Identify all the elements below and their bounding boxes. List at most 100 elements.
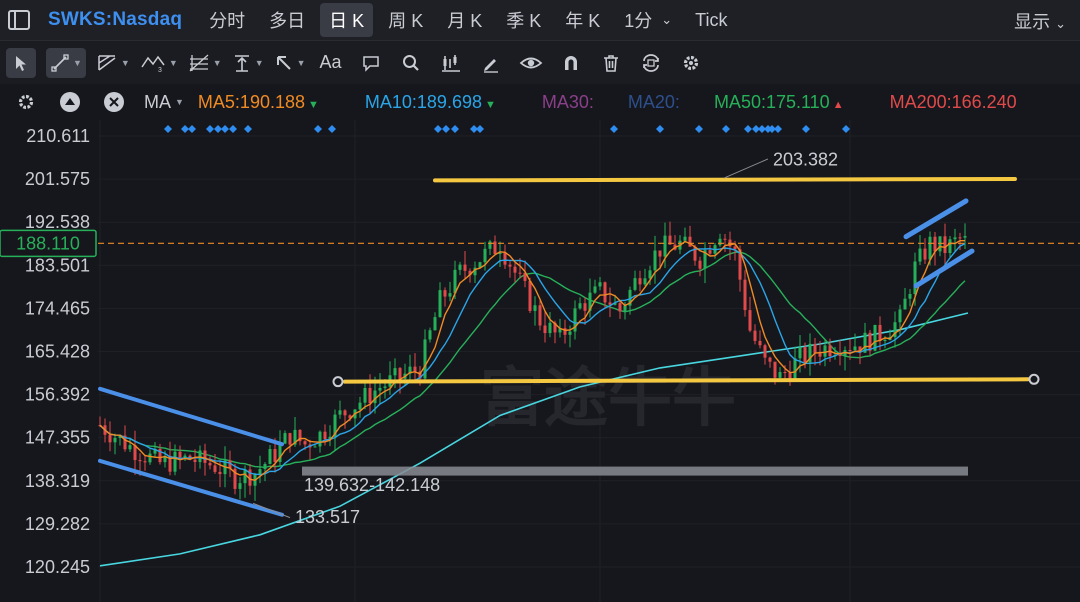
settings-icon[interactable] bbox=[676, 48, 706, 78]
indicator-icon[interactable] bbox=[436, 48, 466, 78]
channel-tool-icon[interactable]: ▼ bbox=[96, 48, 130, 78]
candle-body bbox=[518, 272, 522, 274]
ticker-symbol[interactable]: SWKS:Nasdaq bbox=[48, 9, 182, 31]
ma-dropdown-icon[interactable]: ▼ bbox=[175, 97, 184, 107]
chart-canvas[interactable]: 富途牛牛 203.382 133.517 139.632-142.148 210.6… bbox=[0, 120, 1080, 602]
ma50-text: MA50:175.110 bbox=[713, 91, 830, 112]
event-marker-icon bbox=[188, 125, 196, 133]
support-line bbox=[343, 377, 1030, 384]
candle-body bbox=[393, 368, 397, 376]
candle-body bbox=[438, 290, 442, 318]
candle-body bbox=[813, 343, 817, 354]
candle-body bbox=[148, 453, 152, 463]
downtrend-channel-upper bbox=[98, 386, 284, 447]
eye-icon[interactable] bbox=[516, 48, 546, 78]
candlestick-chart[interactable]: 富途牛牛 203.382 133.517 139.632-142.148 210.6… bbox=[0, 120, 1080, 602]
event-marker-icon bbox=[221, 125, 229, 133]
ma5-text: MA5:190.188 bbox=[197, 91, 305, 112]
arrow-tool-icon[interactable]: ▼ bbox=[274, 48, 306, 78]
tab-daily-k[interactable]: 日 K bbox=[320, 3, 374, 37]
tab-monthly-k[interactable]: 月 K bbox=[438, 3, 491, 37]
fib-tool-icon[interactable]: ▼ bbox=[188, 48, 222, 78]
display-menu-button[interactable]: 显示 ⌄ bbox=[1014, 8, 1066, 34]
ma200-path bbox=[99, 312, 969, 567]
candle-body bbox=[263, 463, 267, 470]
support-handle-right bbox=[1028, 373, 1040, 385]
tab-yearly-k[interactable]: 年 K bbox=[556, 3, 609, 37]
ma50-up-arrow-icon: ▲ bbox=[832, 98, 844, 111]
tab-1min[interactable]: 1分 bbox=[615, 3, 661, 37]
ma-legend-bar: MA ▼ MA5:190.188 ▼ MA10:189.698 ▼ MA30: MA… bbox=[0, 84, 1080, 120]
candle-body bbox=[548, 322, 552, 334]
cursor-icon[interactable] bbox=[6, 47, 36, 78]
candle-body bbox=[413, 366, 417, 372]
zone-annotation: 139.632-142.148 bbox=[304, 475, 440, 495]
candle-body bbox=[443, 290, 447, 297]
event-marker-icon bbox=[744, 125, 752, 133]
event-marker-icon bbox=[610, 125, 618, 133]
text-tool-icon[interactable]: Aa bbox=[316, 48, 346, 78]
tab-tick[interactable]: Tick bbox=[686, 6, 736, 35]
candle-body bbox=[383, 386, 387, 388]
candle-body bbox=[208, 462, 212, 466]
top-bar: SWKS:Nasdaq 分时 多日 日 K 周 K 月 K 季 K 年 K 1分… bbox=[0, 0, 1080, 40]
tab-multi-day[interactable]: 多日 bbox=[260, 3, 314, 37]
candle-body bbox=[838, 354, 842, 356]
y-tick-label: 120.245 bbox=[25, 557, 90, 577]
candle-body bbox=[778, 372, 782, 378]
candle-body bbox=[598, 282, 602, 287]
wave-tool-icon[interactable]: 3 ▼ bbox=[140, 48, 178, 78]
svg-text:3: 3 bbox=[158, 67, 162, 73]
candle-body bbox=[463, 264, 467, 271]
candle-body bbox=[768, 357, 772, 362]
tab-intraday[interactable]: 分时 bbox=[200, 3, 254, 37]
candle-body bbox=[578, 303, 582, 309]
candle-body bbox=[708, 250, 712, 254]
zoom-icon[interactable] bbox=[396, 48, 426, 78]
candle-body bbox=[743, 279, 747, 311]
current-price-tag: 188.110 bbox=[0, 229, 1080, 258]
candle-body bbox=[918, 248, 922, 262]
collapse-up-icon[interactable] bbox=[58, 90, 82, 114]
sync-icon[interactable] bbox=[636, 48, 666, 78]
candle-body bbox=[398, 368, 402, 379]
y-tick-label: 165.428 bbox=[25, 342, 90, 362]
line-tool-icon[interactable]: ▼ bbox=[46, 47, 86, 78]
event-marker-icon bbox=[774, 125, 782, 133]
candle-body bbox=[798, 347, 802, 359]
candle-body bbox=[448, 293, 452, 297]
event-markers[interactable] bbox=[164, 125, 850, 133]
comment-tool-icon[interactable] bbox=[356, 48, 386, 78]
ma-selector[interactable]: MA bbox=[144, 92, 171, 113]
candle-body bbox=[663, 235, 667, 257]
candle-body bbox=[528, 280, 532, 311]
candle-body bbox=[513, 266, 517, 273]
candle-body bbox=[318, 431, 322, 447]
tab-weekly-k[interactable]: 周 K bbox=[379, 3, 432, 37]
pen-icon[interactable] bbox=[476, 48, 506, 78]
event-marker-icon bbox=[842, 125, 850, 133]
chevron-down-icon[interactable]: ⌄ bbox=[661, 12, 672, 28]
candle-body bbox=[883, 339, 887, 341]
event-marker-icon bbox=[722, 125, 730, 133]
event-marker-icon bbox=[328, 125, 336, 133]
ma5-down-arrow-icon: ▼ bbox=[308, 98, 319, 111]
candle-body bbox=[313, 446, 317, 448]
candle-body bbox=[583, 303, 587, 311]
event-marker-icon bbox=[206, 125, 214, 133]
candle-body bbox=[268, 449, 272, 464]
candle-body bbox=[908, 294, 912, 299]
hline-tool-icon[interactable]: ▼ bbox=[232, 48, 264, 78]
magnet-icon[interactable] bbox=[556, 48, 586, 78]
trash-icon[interactable] bbox=[596, 48, 626, 78]
candle-body bbox=[593, 286, 597, 293]
ma-settings-icon[interactable] bbox=[14, 90, 38, 114]
event-marker-icon bbox=[164, 125, 172, 133]
event-marker-icon bbox=[244, 125, 252, 133]
tab-quarterly-k[interactable]: 季 K bbox=[497, 3, 550, 37]
panel-toggle-icon[interactable] bbox=[8, 10, 30, 30]
candle-body bbox=[763, 345, 767, 358]
ma50-value: MA50:175.110 ▲ bbox=[714, 92, 844, 113]
close-indicator-icon[interactable] bbox=[102, 90, 126, 114]
event-marker-icon bbox=[656, 125, 664, 133]
